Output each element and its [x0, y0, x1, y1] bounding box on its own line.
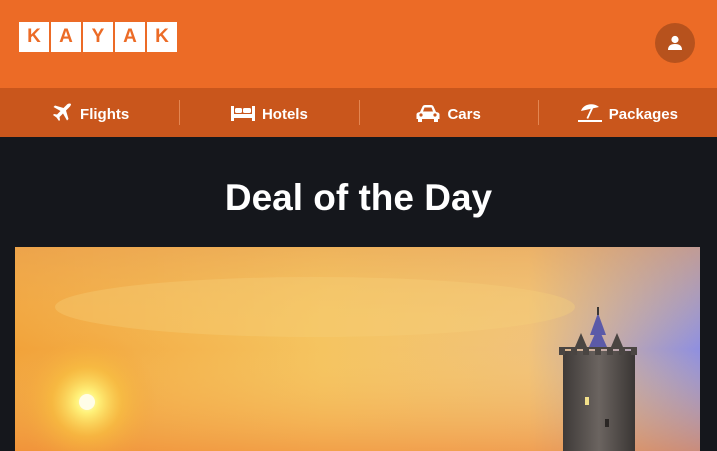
page-title: Deal of the Day: [224, 177, 493, 218]
nav-item-label: Cars: [447, 106, 481, 123]
logo-letter: A: [51, 22, 81, 52]
car-icon: [416, 104, 440, 122]
airplane-icon: [53, 102, 72, 121]
logo-letter: K: [19, 22, 49, 52]
kayak-logo[interactable]: K A Y A K: [19, 22, 177, 52]
logo-letter: A: [115, 22, 145, 52]
nav-item-label: Hotels: [261, 106, 308, 123]
nav-item-label: Packages: [608, 106, 678, 123]
header: K A Y A K: [0, 0, 717, 88]
castle-tower-sunset-image: [15, 247, 700, 451]
nav-item-hotels[interactable]: Hotels: [179, 88, 358, 137]
nav-item-label: Flights: [80, 106, 130, 123]
logo-letter: Y: [83, 22, 113, 52]
logo-letter: K: [147, 22, 177, 52]
nav-item-flights[interactable]: Flights: [0, 88, 179, 137]
nav-bar: Flights Hotels Cars Packages: [0, 88, 717, 137]
deal-hero-image[interactable]: [15, 247, 700, 451]
main-content: Deal of the Day: [0, 137, 717, 247]
beach-umbrella-icon: [577, 103, 602, 122]
user-icon: [668, 35, 682, 50]
nav-item-packages[interactable]: Packages: [537, 88, 717, 137]
account-button[interactable]: [655, 23, 695, 63]
bed-icon: [230, 105, 255, 121]
nav-item-cars[interactable]: Cars: [358, 88, 538, 137]
